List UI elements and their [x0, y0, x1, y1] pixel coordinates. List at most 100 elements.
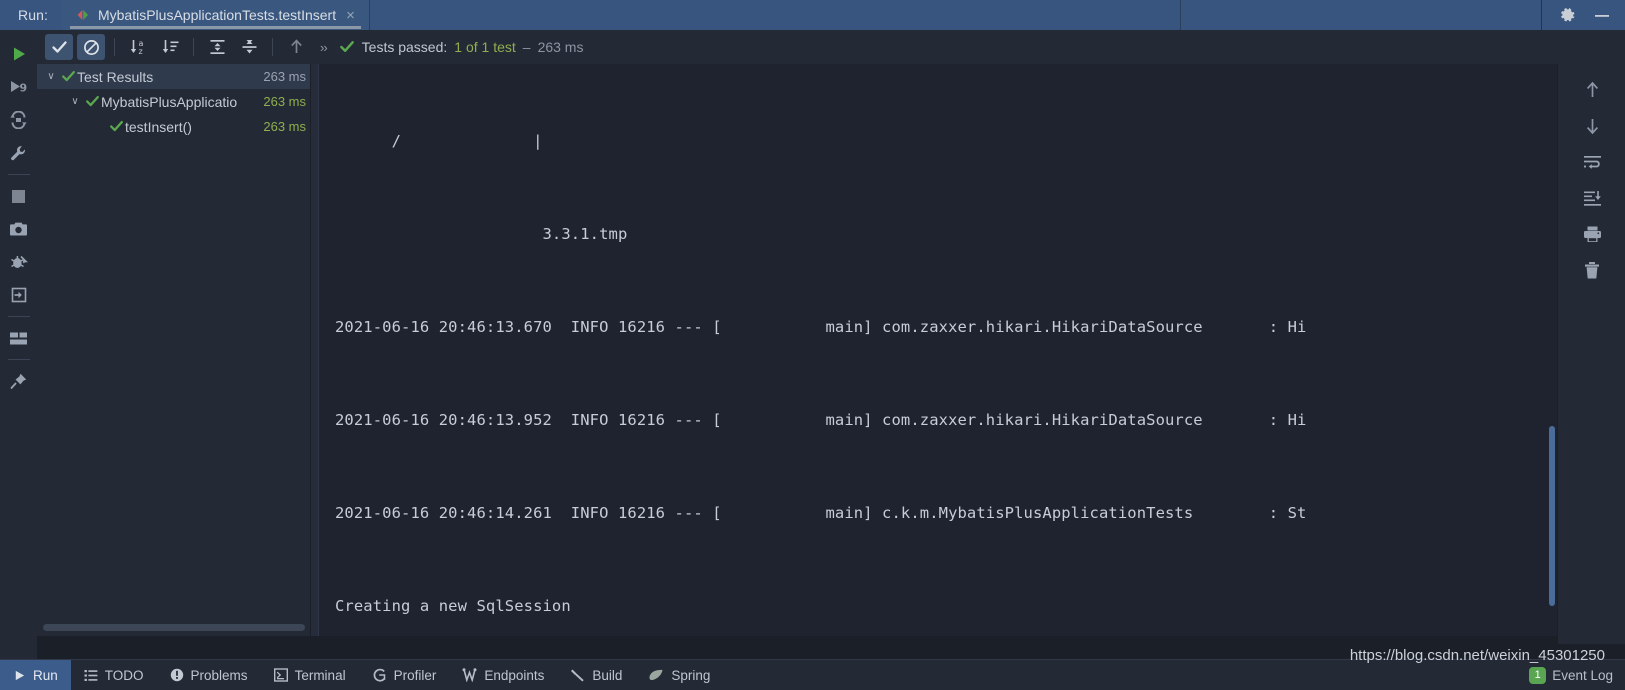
stop-square-icon — [11, 189, 26, 204]
console-output[interactable]: / | 3.3.1.tmp 2021-06-16 20:46:13.670 IN… — [311, 64, 1557, 636]
sidebar-divider — [7, 316, 30, 317]
test-results-tree[interactable]: ∨ Test Results 263 ms ∨ MybatisPlusAppli… — [37, 64, 311, 636]
statusbar-tab-run[interactable]: Run — [0, 660, 71, 690]
clear-all-button[interactable] — [1575, 252, 1609, 288]
statusbar-tab-label: Run — [33, 667, 58, 683]
test-settings-button[interactable] — [3, 137, 35, 169]
test-passed-icon — [83, 94, 101, 109]
toggle-auto-test-button[interactable] — [3, 104, 35, 136]
gear-icon[interactable] — [1560, 7, 1577, 24]
titlebar-filler — [370, 0, 1180, 30]
rerun-failed-tests-button[interactable]: 9 — [3, 71, 35, 103]
statusbar-tab-spring[interactable]: Spring — [635, 660, 723, 690]
test-node-duration: 263 ms — [263, 94, 306, 109]
tree-horizontal-scrollbar[interactable] — [43, 624, 305, 631]
statusbar-tab-label: Spring — [671, 667, 711, 683]
wrench-icon — [9, 144, 28, 163]
statusbar-tab-label: Endpoints — [484, 667, 545, 683]
play-icon — [13, 669, 26, 682]
soft-wrap-button[interactable] — [1575, 144, 1609, 180]
test-status-dash: – — [522, 39, 531, 55]
import-icon — [10, 286, 28, 304]
sort-duration-icon — [161, 38, 180, 56]
test-node-label: MybatisPlusApplicatio — [101, 93, 238, 110]
console-line: 2021-06-16 20:46:14.261 INFO 16216 --- [… — [335, 504, 1307, 522]
scroll-down-button[interactable] — [1575, 108, 1609, 144]
close-icon[interactable]: × — [344, 8, 357, 23]
collapse-all-button[interactable] — [235, 34, 263, 60]
profiler-icon — [372, 668, 387, 682]
statusbar-tab-endpoints[interactable]: Endpoints — [449, 660, 557, 690]
check-icon — [51, 39, 68, 56]
sidebar-divider — [7, 359, 30, 360]
run-actions-sidebar: 9 — [0, 30, 38, 668]
scroll-to-end-button[interactable] — [1575, 180, 1609, 216]
toolbar-overflow-button[interactable]: ›› — [312, 40, 335, 55]
tab-underline — [69, 26, 361, 29]
statusbar-tab-label: Build — [592, 667, 623, 683]
test-status-message: Tests passed: 1 of 1 test – 263 ms — [339, 39, 583, 55]
test-status-label: Tests passed: — [361, 39, 448, 55]
test-status-count: 1 of 1 test — [454, 39, 516, 55]
import-tests-button[interactable] — [3, 279, 35, 311]
pin-icon — [9, 372, 28, 391]
bottom-status-bar: Run TODO Problems Terminal Profiler Endp… — [0, 659, 1625, 690]
check-icon — [339, 39, 355, 55]
toolbar-divider — [114, 38, 115, 56]
run-tool-window-titlebar: Run: MybatisPlusApplicationTests.testIns… — [0, 0, 1625, 30]
test-method-node[interactable]: testInsert() 263 ms — [37, 114, 310, 139]
ide-window: Run: MybatisPlusApplicationTests.testIns… — [0, 0, 1625, 690]
test-node-label: testInsert() — [125, 118, 192, 135]
rerun-button[interactable] — [3, 38, 35, 70]
arrow-down-icon — [1583, 116, 1602, 136]
statusbar-tab-build[interactable]: Build — [557, 660, 635, 690]
trash-icon — [1582, 260, 1602, 281]
test-node-label: Test Results — [77, 68, 154, 85]
statusbar-tab-terminal[interactable]: Terminal — [261, 660, 359, 690]
test-node-duration: 263 ms — [263, 69, 306, 84]
svg-text:z: z — [138, 47, 142, 56]
show-ignored-toggle[interactable] — [77, 34, 105, 60]
event-log-button[interactable]: 1 Event Log — [1529, 666, 1625, 684]
pin-tab-button[interactable] — [3, 365, 35, 397]
scroll-up-button[interactable] — [1575, 72, 1609, 108]
scroll-end-icon — [1582, 188, 1603, 208]
toolbar-divider — [272, 38, 273, 56]
sidebar-divider — [7, 174, 30, 175]
expand-all-button[interactable] — [203, 34, 231, 60]
run-direction-icon — [76, 8, 90, 22]
console-line: Creating a new SqlSession — [335, 597, 571, 615]
toolbar-divider — [193, 38, 194, 56]
test-results-root[interactable]: ∨ Test Results 263 ms — [37, 64, 310, 89]
statusbar-tab-label: TODO — [104, 667, 144, 683]
show-passed-toggle[interactable] — [45, 34, 73, 60]
debug-button[interactable] — [3, 246, 35, 278]
bug-icon — [9, 253, 28, 272]
warning-icon — [170, 668, 184, 682]
collapse-all-icon — [240, 38, 259, 56]
layout-button[interactable] — [3, 322, 35, 354]
camera-icon — [9, 221, 28, 238]
console-vertical-scrollbar[interactable] — [1549, 426, 1555, 606]
statusbar-tab-todo[interactable]: TODO — [71, 660, 157, 690]
statusbar-tab-label: Problems — [190, 667, 248, 683]
hammer-icon — [570, 668, 585, 682]
previous-failed-test-button[interactable] — [282, 34, 310, 60]
arrow-up-icon — [288, 38, 305, 56]
chevron-down-icon[interactable]: ∨ — [43, 71, 59, 82]
test-class-node[interactable]: ∨ MybatisPlusApplicatio 263 ms — [37, 89, 310, 114]
sort-by-duration-button[interactable] — [156, 34, 184, 60]
minimize-icon[interactable] — [1593, 8, 1611, 22]
expand-all-icon — [208, 38, 227, 56]
run-configuration-tab[interactable]: MybatisPlusApplicationTests.testInsert × — [61, 0, 370, 30]
sort-alphabetically-button[interactable]: a z — [124, 34, 152, 60]
statusbar-tab-profiler[interactable]: Profiler — [359, 660, 450, 690]
statusbar-tab-problems[interactable]: Problems — [157, 660, 261, 690]
test-node-duration: 263 ms — [263, 119, 306, 134]
chevron-down-icon[interactable]: ∨ — [67, 96, 83, 107]
event-log-label: Event Log — [1552, 667, 1613, 683]
print-button[interactable] — [1575, 216, 1609, 252]
screenshot-button[interactable] — [3, 213, 35, 245]
stop-button[interactable] — [3, 180, 35, 212]
run-tab-title: MybatisPlusApplicationTests.testInsert — [97, 7, 337, 23]
